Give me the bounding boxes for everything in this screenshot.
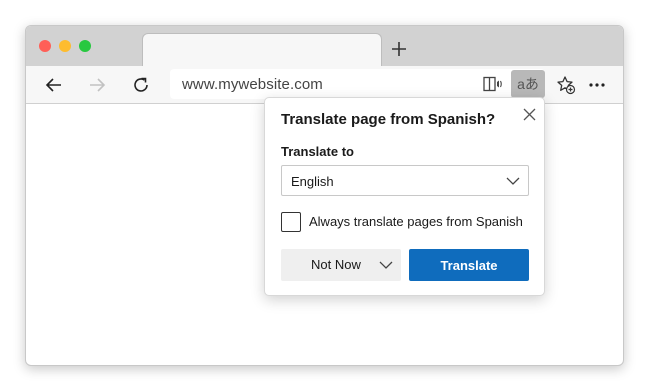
popup-title: Translate page from Spanish?: [281, 111, 496, 128]
translate-page-button[interactable]: aあ: [511, 70, 545, 98]
minimize-window-button[interactable]: [59, 40, 71, 52]
title-bar: [26, 26, 623, 67]
always-translate-label: Always translate pages from Spanish: [309, 214, 523, 229]
translate-popup: Translate page from Spanish? Translate t…: [264, 97, 545, 296]
close-popup-button[interactable]: [519, 104, 539, 124]
translate-icon: aあ: [517, 76, 539, 92]
refresh-icon: [134, 77, 148, 92]
reader-mode-icon: [483, 76, 502, 92]
forward-button[interactable]: [83, 71, 111, 99]
address-bar[interactable]: www.mywebsite.com aあ: [170, 69, 545, 99]
new-tab-button[interactable]: [388, 38, 410, 60]
favorites-button[interactable]: [552, 71, 580, 99]
forward-arrow-icon: [90, 78, 106, 92]
close-icon: [523, 108, 535, 120]
new-tab-plus-icon: [392, 42, 406, 56]
translate-button[interactable]: Translate: [409, 249, 529, 281]
close-window-button[interactable]: [39, 40, 51, 52]
more-dots-icon: [589, 83, 605, 87]
refresh-button[interactable]: [127, 71, 155, 99]
chevron-down-icon[interactable]: [379, 258, 393, 272]
always-translate-checkbox[interactable]: [281, 212, 301, 232]
maximize-window-button[interactable]: [79, 40, 91, 52]
active-tab[interactable]: [142, 33, 382, 67]
translate-button-label: Translate: [440, 257, 498, 273]
more-button[interactable]: [583, 71, 611, 99]
chevron-down-icon: [506, 177, 520, 185]
address-url: www.mywebsite.com: [182, 76, 323, 93]
language-select[interactable]: English: [281, 165, 529, 196]
translate-to-label: Translate to: [281, 144, 354, 159]
selected-language: English: [291, 174, 334, 189]
reader-mode-button[interactable]: [480, 72, 506, 96]
not-now-label: Not Now: [311, 257, 361, 272]
not-now-button[interactable]: Not Now: [281, 249, 401, 281]
back-button[interactable]: [40, 71, 68, 99]
back-arrow-icon: [45, 78, 61, 92]
favorite-add-icon: [557, 76, 576, 95]
